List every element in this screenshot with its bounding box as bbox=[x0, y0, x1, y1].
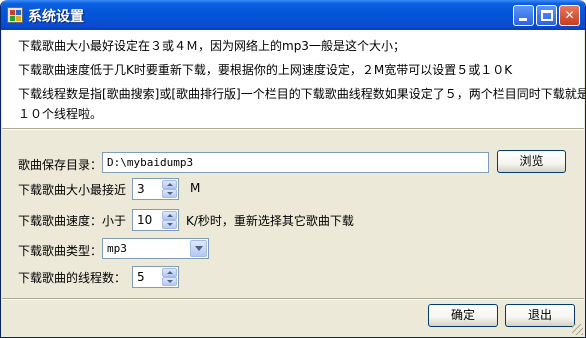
arrow-up-icon bbox=[167, 214, 173, 217]
speed-unit: K/秒时，重新选择其它歌曲下载 bbox=[186, 214, 354, 228]
chevron-down-icon bbox=[195, 246, 203, 251]
close-button[interactable]: ✕ bbox=[559, 5, 580, 26]
info-panel: 下载歌曲大小最好设定在３或４Ｍ，因为网络上的mp3一般是这个大小； 下载歌曲速度… bbox=[2, 30, 586, 128]
threads-value: 5 bbox=[137, 270, 145, 284]
speed-down-button[interactable] bbox=[162, 220, 177, 229]
arrow-up-icon bbox=[167, 271, 173, 274]
window-title: 系统设置 bbox=[28, 9, 84, 25]
exit-button[interactable]: 退出 bbox=[505, 304, 575, 327]
speed-up-button[interactable] bbox=[162, 211, 177, 220]
size-value: 3 bbox=[137, 182, 145, 196]
arrow-up-icon bbox=[167, 183, 173, 186]
divider-bottom bbox=[2, 298, 584, 300]
type-label: 下载歌曲类型： bbox=[18, 244, 103, 258]
arrow-down-icon bbox=[167, 280, 173, 283]
arrow-down-icon bbox=[167, 192, 173, 195]
maximize-button[interactable] bbox=[536, 5, 557, 26]
speed-label: 下载歌曲速度：小于 bbox=[18, 214, 127, 228]
resize-grip[interactable] bbox=[572, 324, 583, 335]
minimize-icon bbox=[519, 18, 527, 21]
speed-stepper[interactable]: 10 bbox=[132, 209, 179, 231]
save-dir-label: 歌曲保存目录： bbox=[18, 158, 103, 172]
size-down-button[interactable] bbox=[162, 189, 177, 198]
type-dropdown-button[interactable] bbox=[190, 240, 207, 257]
info-line-3: 下载线程数是指[歌曲搜索]或[歌曲排行版]一个栏目的下载歌曲线程数如果设定了５，… bbox=[18, 87, 586, 101]
size-label: 下载歌曲大小最接近 bbox=[18, 183, 127, 197]
minimize-button[interactable] bbox=[513, 5, 534, 26]
app-icon[interactable] bbox=[7, 7, 23, 23]
info-line-1: 下载歌曲大小最好设定在３或４Ｍ，因为网络上的mp3一般是这个大小； bbox=[18, 39, 405, 53]
save-dir-input[interactable]: D:\mybaidump3 bbox=[102, 152, 489, 173]
size-up-button[interactable] bbox=[162, 180, 177, 189]
ok-button[interactable]: 确定 bbox=[428, 304, 498, 327]
type-value: mp3 bbox=[107, 242, 127, 255]
threads-label: 下载歌曲的线程数： bbox=[18, 271, 127, 285]
close-icon: ✕ bbox=[564, 8, 575, 22]
size-stepper[interactable]: 3 bbox=[132, 178, 179, 200]
speed-value: 10 bbox=[137, 213, 153, 227]
maximize-icon bbox=[541, 10, 553, 21]
arrow-down-icon bbox=[167, 223, 173, 226]
size-unit: M bbox=[190, 181, 201, 195]
title-bar[interactable]: 系统设置 ✕ bbox=[1, 0, 585, 30]
info-line-2: 下载歌曲速度低于几K时要重新下载，要根据你的上网速度设定，２M宽带可以设置５或１… bbox=[18, 63, 513, 77]
browse-button[interactable]: 浏览 bbox=[497, 150, 566, 173]
threads-stepper[interactable]: 5 bbox=[132, 266, 179, 288]
threads-up-button[interactable] bbox=[162, 268, 177, 277]
info-line-4: １０个线程啦。 bbox=[18, 107, 103, 121]
divider-top bbox=[2, 128, 584, 130]
settings-window: 系统设置 ✕ 下载歌曲大小最好设定在３或４Ｍ，因为网络上的mp3一般是这个大小；… bbox=[0, 0, 586, 338]
threads-down-button[interactable] bbox=[162, 277, 177, 286]
type-select[interactable]: mp3 bbox=[102, 238, 209, 259]
